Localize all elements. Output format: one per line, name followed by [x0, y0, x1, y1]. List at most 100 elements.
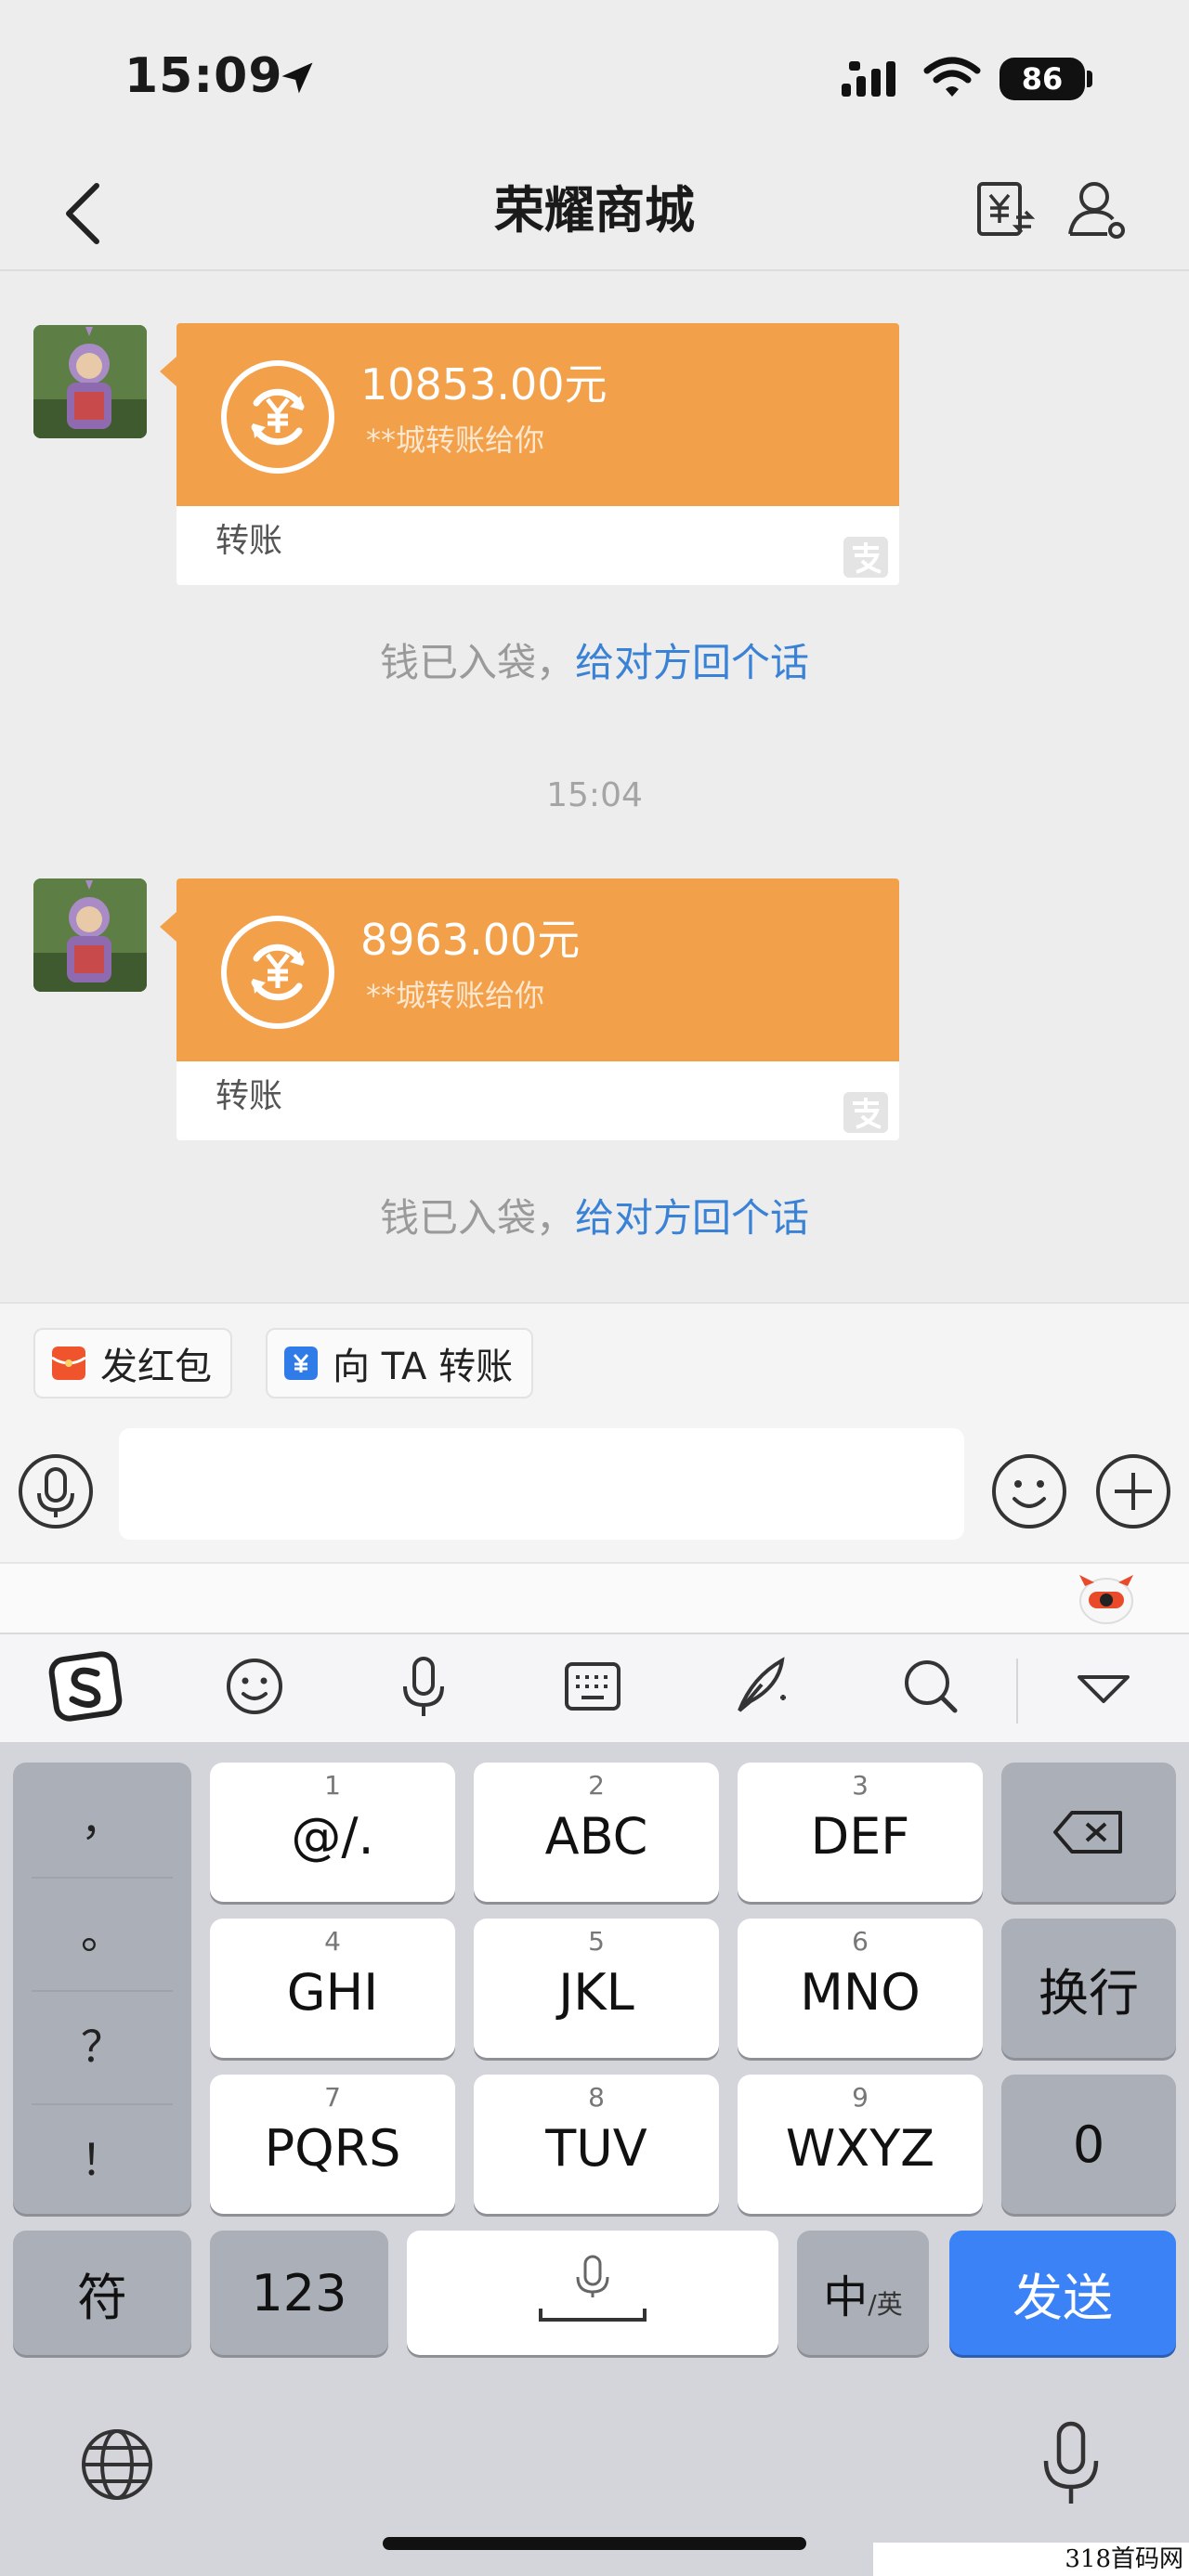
- alipay-logo-icon: [843, 537, 888, 578]
- key-letters: PQRS: [264, 2119, 401, 2178]
- key-8[interactable]: 8 TUV: [474, 2075, 719, 2214]
- sender-avatar[interactable]: [33, 878, 147, 992]
- suggestion-strip: [0, 1562, 1189, 1633]
- transfer-amount: 10853.00元: [360, 359, 608, 410]
- transfer-card[interactable]: 8963.00元 **城转账给你 转账: [176, 878, 899, 1140]
- lang-sub-label: /英: [868, 2289, 903, 2320]
- punct-question-key[interactable]: ？: [13, 1991, 191, 2102]
- key-9[interactable]: 9 WXYZ: [738, 2075, 983, 2214]
- sender-avatar[interactable]: [33, 325, 147, 438]
- key-number: 5: [588, 1926, 605, 1957]
- key-6[interactable]: 6 MNO: [738, 1919, 983, 2058]
- emoji-panel-icon[interactable]: [217, 1649, 292, 1724]
- backspace-icon: [1053, 1811, 1122, 1854]
- punctuation-column: ， 。 ？ ！: [13, 1763, 191, 2214]
- voice-input-icon[interactable]: [17, 1452, 95, 1530]
- dictation-mic-icon[interactable]: [1039, 2418, 1104, 2511]
- lang-main-label: 中: [823, 2271, 869, 2323]
- message-input[interactable]: [119, 1428, 964, 1540]
- newline-key[interactable]: 换行: [1001, 1919, 1176, 2058]
- sogou-logo-icon[interactable]: [48, 1649, 123, 1724]
- search-icon[interactable]: [894, 1649, 968, 1724]
- plus-more-icon[interactable]: [1094, 1452, 1172, 1530]
- key-letters: MNO: [800, 1963, 921, 2022]
- punct-exclaim-key[interactable]: ！: [13, 2104, 191, 2216]
- language-switch-key[interactable]: 中/英: [797, 2231, 929, 2355]
- key-letters: @/.: [291, 1807, 374, 1866]
- wifi-icon: [923, 57, 981, 97]
- keyboard-layout-icon[interactable]: [555, 1649, 630, 1724]
- toolbar-divider: [1016, 1659, 1018, 1724]
- key-letters: TUV: [545, 2119, 647, 2178]
- globe-icon[interactable]: [78, 2426, 156, 2504]
- transfer-description: **城转账给你: [366, 423, 545, 458]
- key-7[interactable]: 7 PQRS: [210, 2075, 455, 2214]
- punct-comma-key[interactable]: ，: [13, 1764, 191, 1876]
- key-number: 7: [324, 2082, 341, 2113]
- emoji-icon[interactable]: [990, 1452, 1068, 1530]
- key-letters: JKL: [558, 1963, 634, 2022]
- key-number: 2: [588, 1770, 605, 1801]
- collapse-keyboard-icon[interactable]: [1066, 1649, 1141, 1724]
- numbers-key[interactable]: 123: [210, 2231, 388, 2355]
- home-indicator: [383, 2537, 806, 2550]
- transfer-label: 转账: [216, 1077, 283, 1115]
- status-time: 15:09: [124, 48, 283, 104]
- red-packet-label: 发红包: [100, 1346, 212, 1388]
- yuan-transfer-icon[interactable]: [975, 176, 1035, 241]
- microphone-icon[interactable]: [386, 1649, 461, 1724]
- key-5[interactable]: 5 JKL: [474, 1919, 719, 2058]
- bubble-pointer: [160, 357, 176, 386]
- key-letters: GHI: [286, 1963, 379, 2022]
- punct-period-key[interactable]: 。: [13, 1878, 191, 1989]
- transfer-card[interactable]: 10853.00元 **城转账给你 转账: [176, 323, 899, 585]
- transfer-amount: 8963.00元: [360, 915, 581, 965]
- key-1[interactable]: 1 @/.: [210, 1763, 455, 1902]
- watermark: 318首码网 www.e318.com: [873, 2543, 1189, 2576]
- handwriting-quill-icon[interactable]: [725, 1649, 799, 1724]
- chat-title: 荣耀商城: [494, 181, 695, 240]
- bubble-pointer: [160, 912, 176, 942]
- cellular-signal-icon: [842, 61, 895, 97]
- transfer-to-ta-button[interactable]: 向 TA 转账: [266, 1328, 534, 1399]
- key-number: 8: [588, 2082, 605, 2113]
- red-packet-button[interactable]: 发红包: [33, 1328, 232, 1399]
- key-number: 9: [852, 2082, 869, 2113]
- key-letters: WXYZ: [785, 2119, 935, 2178]
- key-letters: ABC: [544, 1807, 648, 1866]
- key-2[interactable]: 2 ABC: [474, 1763, 719, 1902]
- battery-tip: [1087, 71, 1092, 87]
- transfer-label: 转账: [216, 522, 283, 560]
- alipay-logo-icon: [843, 1092, 888, 1133]
- reply-link[interactable]: 给对方回个话: [575, 640, 809, 685]
- symbols-key[interactable]: 符: [13, 2231, 191, 2355]
- yuan-refresh-icon: [221, 360, 334, 474]
- key-number: 1: [324, 1770, 341, 1801]
- key-letters: DEF: [810, 1807, 910, 1866]
- location-arrow-icon: [281, 62, 313, 94]
- input-assistant-mascot-icon[interactable]: [1076, 1569, 1137, 1627]
- back-chevron-icon[interactable]: [56, 176, 111, 251]
- backspace-key[interactable]: [1001, 1763, 1176, 1902]
- received-status-text: 钱已入袋，: [379, 1195, 575, 1241]
- yuan-refresh-icon: [221, 916, 334, 1029]
- received-status-text: 钱已入袋，: [379, 640, 575, 685]
- transfer-to-ta-label: 向 TA 转账: [333, 1346, 514, 1388]
- key-0[interactable]: 0: [1001, 2075, 1176, 2214]
- transfer-yuan-icon: [284, 1347, 318, 1380]
- time-divider: 15:04: [546, 776, 643, 814]
- transfer-status-line: 钱已入袋，给对方回个话: [0, 635, 1189, 691]
- red-packet-icon: [52, 1347, 85, 1380]
- space-key[interactable]: [407, 2231, 778, 2355]
- key-3[interactable]: 3 DEF: [738, 1763, 983, 1902]
- transfer-description: **城转账给你: [366, 978, 545, 1013]
- key-number: 6: [852, 1926, 869, 1957]
- reply-link[interactable]: 给对方回个话: [575, 1195, 809, 1241]
- key-number: 4: [324, 1926, 341, 1957]
- key-number: 3: [852, 1770, 869, 1801]
- send-key[interactable]: 发送: [949, 2231, 1176, 2355]
- key-4[interactable]: 4 GHI: [210, 1919, 455, 2058]
- chat-profile-icon[interactable]: [1066, 176, 1128, 241]
- transfer-status-line: 钱已入袋，给对方回个话: [0, 1190, 1189, 1246]
- space-mic-icon: [539, 2255, 647, 2322]
